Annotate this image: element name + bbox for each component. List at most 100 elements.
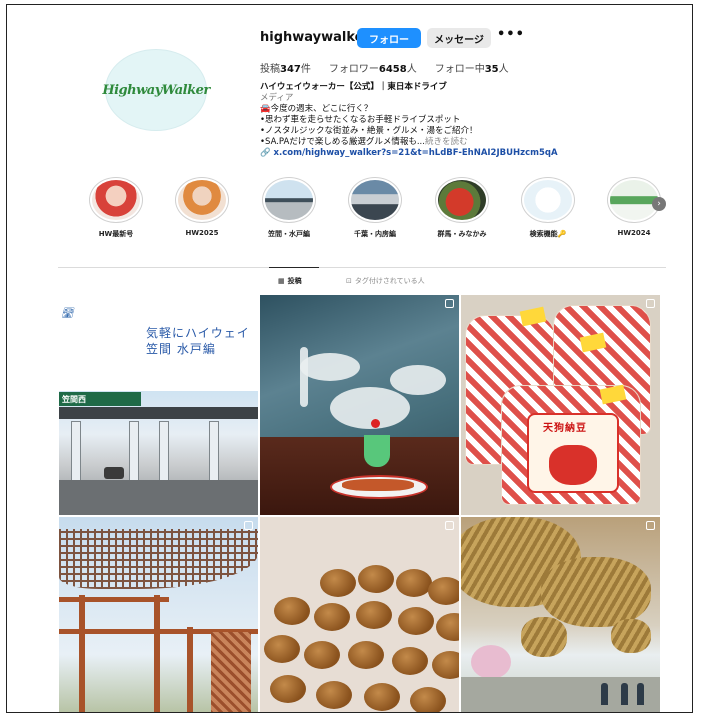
multiple-images-icon <box>244 521 253 530</box>
multiple-images-icon <box>445 299 454 308</box>
manju <box>358 565 394 593</box>
manju <box>396 569 432 597</box>
follow-button[interactable]: フォロー <box>357 28 421 48</box>
post-tile[interactable] <box>260 517 459 712</box>
bio-line: •ノスタルジックな街並み・絶景・グルメ・湯をご紹介！ <box>260 126 478 136</box>
bio-line: •思わず車を走らせたくなるお手軽ドライブスポット <box>260 115 461 125</box>
manju <box>316 681 352 709</box>
cherry-tree <box>471 645 511 679</box>
toll-roof <box>59 407 258 419</box>
cherry <box>371 419 380 428</box>
bio-link[interactable]: x.com/highway_walker?s=21&t=hLdBF-EhNAI2… <box>274 148 558 158</box>
food <box>342 479 414 491</box>
avatar-logo-text: HighwayWalker <box>102 82 210 98</box>
tab-posts[interactable]: ▦ 投稿 <box>278 276 302 286</box>
rope-net-structure <box>59 529 258 589</box>
swan-neck <box>300 347 308 407</box>
highlight-item[interactable]: HW最新号 <box>81 177 151 239</box>
following-stat[interactable]: フォロー中35人 <box>435 60 509 75</box>
post <box>187 627 193 712</box>
post-tile[interactable] <box>59 517 258 712</box>
bird-logo-icon: 🛣 <box>61 308 74 319</box>
manju <box>436 613 459 641</box>
manju <box>304 641 340 669</box>
tag-user-icon: ⊡ <box>346 277 352 285</box>
manju <box>432 651 459 679</box>
multiple-images-icon <box>646 299 655 308</box>
posts-stat: 投稿347件 <box>260 64 311 75</box>
multiple-images-icon <box>646 521 655 530</box>
package-title: 天狗納豆 <box>543 423 587 434</box>
profile-category: メディア <box>260 93 294 103</box>
grid-icon: ▦ <box>278 277 285 285</box>
manju <box>270 675 306 703</box>
toll-booth <box>129 421 139 487</box>
manju <box>314 603 350 631</box>
post <box>154 595 160 712</box>
post-tile[interactable]: 天狗納豆 <box>461 295 660 515</box>
multiple-images-icon <box>445 521 454 530</box>
chevron-right-icon[interactable]: › <box>652 197 666 211</box>
post-tile[interactable] <box>461 517 660 712</box>
toll-sign: 笠間西 <box>59 392 141 406</box>
message-button[interactable]: メッセージ <box>427 28 491 48</box>
rope-tassel <box>521 617 567 657</box>
manju <box>320 569 356 597</box>
highlight-label: 群馬・みなかみ <box>437 230 487 238</box>
highlight-item[interactable]: 笠間・水戸編 <box>254 177 324 239</box>
manju <box>410 687 446 712</box>
manju <box>398 607 434 635</box>
manju <box>348 641 384 669</box>
post-caption-overlay: 気軽にハイウェイ 笠間 水戸編 <box>146 326 250 356</box>
post-tile[interactable]: 🛣 気軽にハイウェイ 笠間 水戸編 笠間西 <box>59 295 258 515</box>
profile-avatar[interactable]: HighwayWalker <box>102 49 210 131</box>
tengu-face <box>549 445 597 485</box>
manju <box>356 601 392 629</box>
followers-stat[interactable]: フォロワー6458人 <box>329 60 417 75</box>
highlight-item[interactable]: 検索機能🔑 <box>513 177 583 239</box>
swan <box>330 387 410 429</box>
link-icon: 🔗 <box>260 148 274 158</box>
swan <box>390 365 446 395</box>
instagram-profile-page: HighwayWalker highwaywalker フォロー メッセージ •… <box>6 4 693 713</box>
person <box>621 683 628 705</box>
manju <box>428 577 459 605</box>
read-more-link[interactable]: 続きを読む <box>425 137 468 147</box>
highlight-label: 千葉・内房編 <box>354 230 396 238</box>
highlight-item[interactable]: HW2025 <box>167 177 237 237</box>
highlight-item[interactable]: 群馬・みなかみ <box>427 177 497 239</box>
road <box>59 480 258 515</box>
highlight-label: 検索機能🔑 <box>529 230 567 238</box>
toll-booth <box>159 421 169 487</box>
highlight-item[interactable]: 千葉・内房編 <box>340 177 410 239</box>
profile-username: highwaywalker <box>260 30 370 45</box>
swan <box>300 353 360 381</box>
car <box>104 467 124 479</box>
rope-tassel <box>611 619 651 653</box>
person <box>601 683 608 705</box>
person <box>637 683 644 705</box>
toll-booth <box>71 421 81 487</box>
profile-display-name: ハイウェイウォーカー【公式】｜東日本ドライブ <box>260 82 447 92</box>
highlight-label: HW2024 <box>617 229 651 237</box>
post-tile[interactable] <box>260 295 459 515</box>
manju <box>392 647 428 675</box>
highlight-label: HW2025 <box>185 229 219 237</box>
more-options-icon[interactable]: ••• <box>497 27 525 42</box>
post <box>79 595 85 712</box>
profile-stats: 投稿347件 フォロワー6458人 フォロー中35人 <box>260 60 509 75</box>
tab-tagged[interactable]: ⊡ タグ付けされている人 <box>346 276 425 286</box>
highlight-label: 笠間・水戸編 <box>268 230 310 238</box>
cream-soda-glass <box>364 435 390 467</box>
rope <box>541 557 651 627</box>
highlight-label: HW最新号 <box>98 230 134 238</box>
manju <box>274 597 310 625</box>
story-highlights: HW最新号 HW2025 笠間・水戸編 千葉・内房編 群馬・みなかみ 検索機能🔑… <box>81 177 671 247</box>
toll-booth <box>209 421 219 487</box>
bio-link-row[interactable]: 🔗 x.com/highway_walker?s=21&t=hLdBF-EhNA… <box>260 148 580 159</box>
profile-bio: ハイウェイウォーカー【公式】｜東日本ドライブ メディア 🚘今度の週末、どこに行く… <box>260 82 580 159</box>
bio-line: 🚘今度の週末、どこに行く？ <box>260 104 373 114</box>
bio-line: •SA.PAだけで楽しめる厳選グルメ情報も...続きを読む <box>260 137 468 147</box>
play-tower <box>211 632 251 712</box>
manju <box>264 635 300 663</box>
